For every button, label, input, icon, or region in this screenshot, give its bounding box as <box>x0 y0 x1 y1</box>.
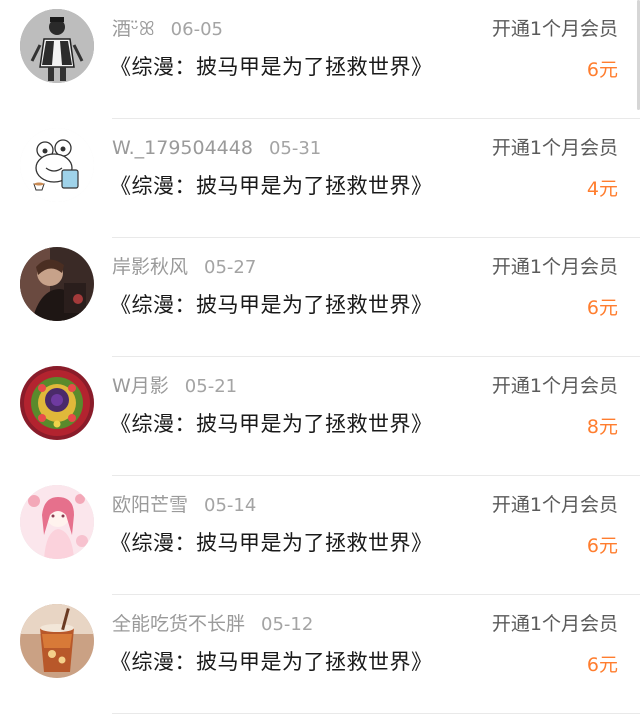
book-title[interactable]: 《综漫：披马甲是为了拯救世界》 <box>110 527 433 557</box>
avatar-anime-girl-icon <box>20 485 94 559</box>
membership-action: 开通1个月会员 <box>491 256 618 278</box>
book-title[interactable]: 《综漫：披马甲是为了拯救世界》 <box>110 646 433 676</box>
avatar-cartoon-frog-icon <box>20 128 94 202</box>
book-title[interactable]: 《综漫：披马甲是为了拯救世界》 <box>110 51 433 81</box>
membership-action: 开通1个月会员 <box>491 494 618 516</box>
username[interactable]: 欧阳芒雪 <box>112 494 188 516</box>
username[interactable]: 全能吃货不长胖 <box>112 613 245 635</box>
list-item[interactable]: 欧阳芒雪 05-14 《综漫：披马甲是为了拯救世界》 开通1个月会员 6元 <box>0 476 640 595</box>
record-date: 05-12 <box>261 614 314 635</box>
avatar-drink-glass-icon <box>20 604 94 678</box>
record-date: 05-27 <box>204 257 257 278</box>
username[interactable]: W._179504448 <box>112 137 253 159</box>
record-date: 05-21 <box>184 376 238 397</box>
price-label: 6元 <box>586 297 618 319</box>
price-label: 6元 <box>586 59 618 81</box>
membership-action: 开通1个月会员 <box>491 613 618 635</box>
record-date: 05-31 <box>268 138 322 159</box>
record-meta: 酒ᵕ̈ꕤ 06-05 <box>112 14 223 44</box>
record-meta: W月影 05-21 <box>112 371 237 401</box>
list-item[interactable]: W月影 05-21 《综漫：披马甲是为了拯救世界》 开通1个月会员 8元 <box>0 357 640 476</box>
avatar[interactable] <box>20 485 94 559</box>
username[interactable]: 酒ᵕ̈ꕤ <box>112 18 155 40</box>
avatar[interactable] <box>20 604 94 678</box>
avatar[interactable] <box>20 247 94 321</box>
avatar-dark-portrait-icon <box>20 247 94 321</box>
price-label: 8元 <box>586 416 618 438</box>
avatar-fruit-cake-icon <box>20 366 94 440</box>
list-item[interactable]: 酒ᵕ̈ꕤ 06-05 《综漫：披马甲是为了拯救世界》 开通1个月会员 6元 <box>0 0 640 119</box>
list-item[interactable]: W._179504448 05-31 《综漫：披马甲是为了拯救世界》 开通1个月会… <box>0 119 640 238</box>
record-meta: 岸影秋风 05-27 <box>112 252 256 282</box>
avatar[interactable] <box>20 9 94 83</box>
book-title[interactable]: 《综漫：披马甲是为了拯救世界》 <box>110 408 433 438</box>
username[interactable]: 岸影秋风 <box>112 256 188 278</box>
price-label: 4元 <box>586 178 618 200</box>
record-date: 06-05 <box>170 19 223 40</box>
list-item[interactable]: 岸影秋风 05-27 《综漫：披马甲是为了拯救世界》 开通1个月会员 6元 <box>0 238 640 357</box>
avatar[interactable] <box>20 128 94 202</box>
record-date: 05-14 <box>204 495 257 516</box>
record-meta: 全能吃货不长胖 05-12 <box>112 609 313 639</box>
avatar[interactable] <box>20 366 94 440</box>
price-label: 6元 <box>586 654 618 676</box>
book-title[interactable]: 《综漫：披马甲是为了拯救世界》 <box>110 289 433 319</box>
membership-action: 开通1个月会员 <box>491 18 618 40</box>
membership-record-list: 酒ᵕ̈ꕤ 06-05 《综漫：披马甲是为了拯救世界》 开通1个月会员 6元 W._… <box>0 0 640 714</box>
record-meta: W._179504448 05-31 <box>112 133 321 163</box>
list-item[interactable]: 全能吃货不长胖 05-12 《综漫：披马甲是为了拯救世界》 开通1个月会员 6元 <box>0 595 640 714</box>
avatar-sketch-figure-icon <box>20 9 94 83</box>
username[interactable]: W月影 <box>112 375 169 397</box>
price-label: 6元 <box>586 535 618 557</box>
membership-action: 开通1个月会员 <box>491 375 618 397</box>
book-title[interactable]: 《综漫：披马甲是为了拯救世界》 <box>110 170 433 200</box>
membership-action: 开通1个月会员 <box>491 137 618 159</box>
record-meta: 欧阳芒雪 05-14 <box>112 490 256 520</box>
